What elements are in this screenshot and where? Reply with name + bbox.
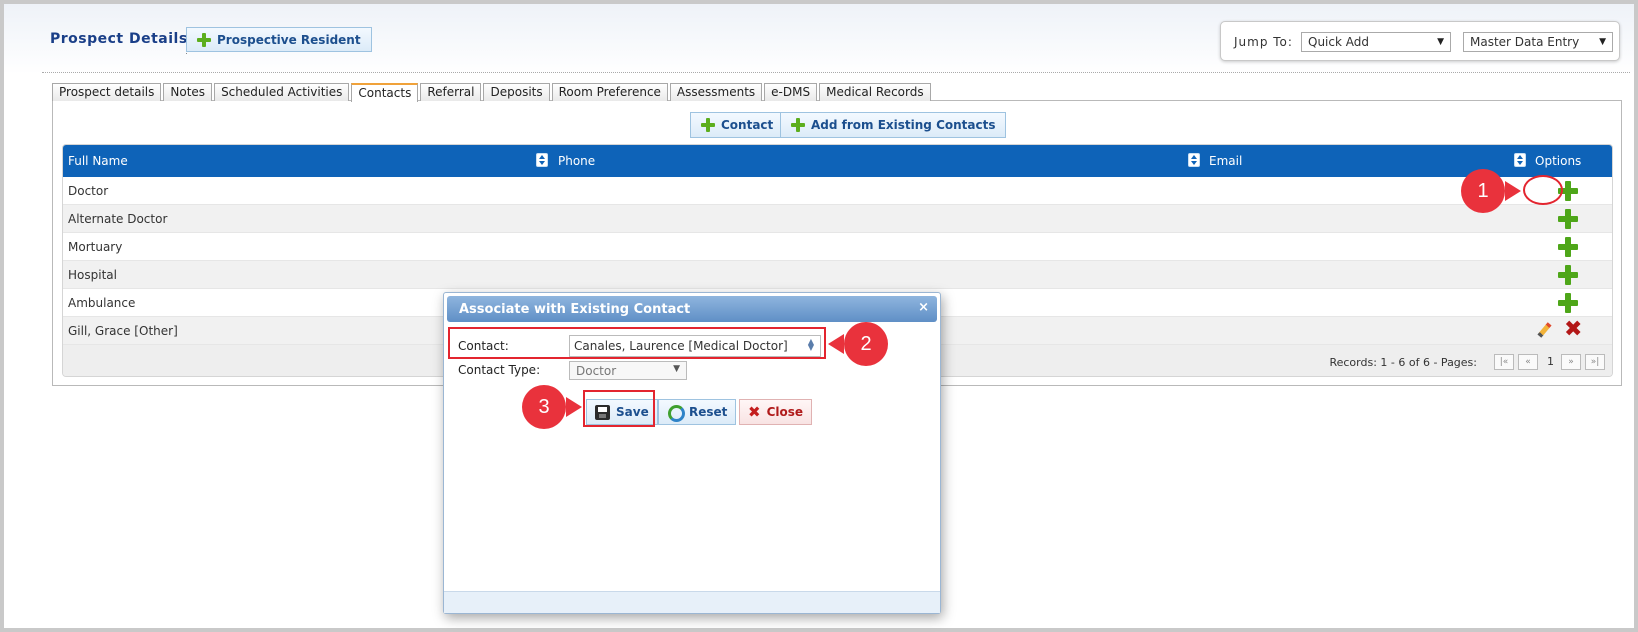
jump-to-label: Jump To: <box>1234 35 1293 49</box>
row-name: Alternate Doctor <box>68 212 168 226</box>
tab-contacts[interactable]: Contacts <box>351 83 419 102</box>
x-icon: ✖ <box>1564 317 1583 342</box>
close-button[interactable]: ✖ Close <box>739 399 813 425</box>
sort-icon[interactable] <box>1514 153 1526 167</box>
column-full-name[interactable]: Full Name <box>68 154 128 168</box>
contact-type-label: Contact Type: <box>458 363 541 377</box>
tab-medical-records[interactable]: Medical Records <box>819 83 931 101</box>
plus-icon <box>197 32 211 47</box>
row-name: Gill, Grace [Other] <box>68 324 178 338</box>
callout-1: 1 <box>1461 169 1521 213</box>
column-email[interactable]: Email <box>1209 154 1242 168</box>
add-contact-button[interactable]: Contact <box>690 112 785 138</box>
tab-notes[interactable]: Notes <box>163 83 213 101</box>
highlight-box-3 <box>583 390 655 427</box>
close-icon[interactable]: × <box>918 300 929 315</box>
column-options[interactable]: Options <box>1535 154 1581 168</box>
contact-type-value: Doctor <box>576 364 617 378</box>
master-data-select[interactable]: Master Data Entry ▼ <box>1463 32 1613 52</box>
tab-bar: Prospect details Notes Scheduled Activit… <box>52 83 931 102</box>
page-title: Prospect Details <box>50 31 188 47</box>
edit-icon[interactable] <box>1536 322 1552 341</box>
dialog-title: Associate with Existing Contact <box>459 302 691 317</box>
tab-referral[interactable]: Referral <box>420 83 482 101</box>
plus-icon <box>1558 237 1578 257</box>
prospective-resident-button[interactable]: Prospective Resident <box>186 27 372 52</box>
sort-icon[interactable] <box>1188 153 1200 167</box>
pencil-icon <box>1536 322 1552 338</box>
add-contact-icon[interactable] <box>1558 209 1578 232</box>
refresh-icon <box>667 404 685 422</box>
highlight-box-2 <box>448 327 826 359</box>
chevron-down-icon: ▼ <box>673 364 680 374</box>
row-name: Doctor <box>68 184 109 198</box>
table-row[interactable]: Doctor <box>63 177 1612 205</box>
next-page-button[interactable]: » <box>1561 354 1581 370</box>
first-page-button[interactable]: |« <box>1494 354 1514 370</box>
plus-icon <box>1558 265 1578 285</box>
quick-add-value: Quick Add <box>1308 35 1369 49</box>
reset-label: Reset <box>689 405 728 419</box>
grid-header: Full Name Phone Email Options <box>63 145 1612 177</box>
sort-icon[interactable] <box>536 153 548 167</box>
quick-add-select[interactable]: Quick Add ▼ <box>1301 32 1451 52</box>
x-icon: ✖ <box>748 402 761 421</box>
tab-assessments[interactable]: Assessments <box>669 83 763 101</box>
dialog-header: Associate with Existing Contact × <box>447 296 937 322</box>
callout-2: 2 <box>828 322 888 366</box>
add-existing-contacts-label: Add from Existing Contacts <box>811 118 996 132</box>
table-row[interactable]: Mortuary <box>63 233 1612 261</box>
table-row[interactable]: Hospital <box>63 261 1612 289</box>
tab-room-preference[interactable]: Room Preference <box>551 83 668 101</box>
reset-button[interactable]: Reset <box>658 399 737 425</box>
close-label: Close <box>766 405 804 419</box>
add-contact-icon[interactable] <box>1558 293 1578 316</box>
add-contact-label: Contact <box>721 118 774 132</box>
callout-3: 3 <box>522 385 582 429</box>
plus-icon <box>791 118 805 132</box>
column-phone[interactable]: Phone <box>558 154 595 168</box>
master-data-value: Master Data Entry <box>1470 35 1580 49</box>
chevron-down-icon: ▼ <box>1437 37 1444 47</box>
row-name: Ambulance <box>68 296 136 310</box>
dialog-footer <box>444 591 940 613</box>
current-page: 1 <box>1547 355 1554 368</box>
divider <box>42 72 1630 73</box>
jump-to-panel: Jump To: Quick Add ▼ Master Data Entry ▼ <box>1220 21 1620 61</box>
last-page-button[interactable]: »| <box>1585 354 1605 370</box>
tab-scheduled-activities[interactable]: Scheduled Activities <box>214 83 350 101</box>
add-contact-icon[interactable] <box>1558 265 1578 288</box>
tab-edms[interactable]: e-DMS <box>764 83 818 101</box>
plus-icon <box>1558 293 1578 313</box>
table-row[interactable]: Alternate Doctor <box>63 205 1612 233</box>
row-name: Hospital <box>68 268 117 282</box>
tab-prospect-details[interactable]: Prospect details <box>52 83 162 101</box>
add-existing-contacts-button[interactable]: Add from Existing Contacts <box>780 112 1007 138</box>
row-name: Mortuary <box>68 240 123 254</box>
records-text: Records: 1 - 6 of 6 - Pages: <box>1329 356 1477 369</box>
highlight-ring-1 <box>1523 175 1563 205</box>
contact-type-select[interactable]: Doctor ▼ <box>569 361 687 380</box>
chevron-down-icon: ▼ <box>1599 37 1606 47</box>
delete-icon[interactable]: ✖ <box>1564 319 1582 341</box>
prospective-resident-label: Prospective Resident <box>217 32 361 47</box>
add-contact-icon[interactable] <box>1558 237 1578 260</box>
plus-icon <box>1558 209 1578 229</box>
prev-page-button[interactable]: « <box>1518 354 1538 370</box>
plus-icon <box>701 118 715 132</box>
tab-deposits[interactable]: Deposits <box>483 83 550 101</box>
